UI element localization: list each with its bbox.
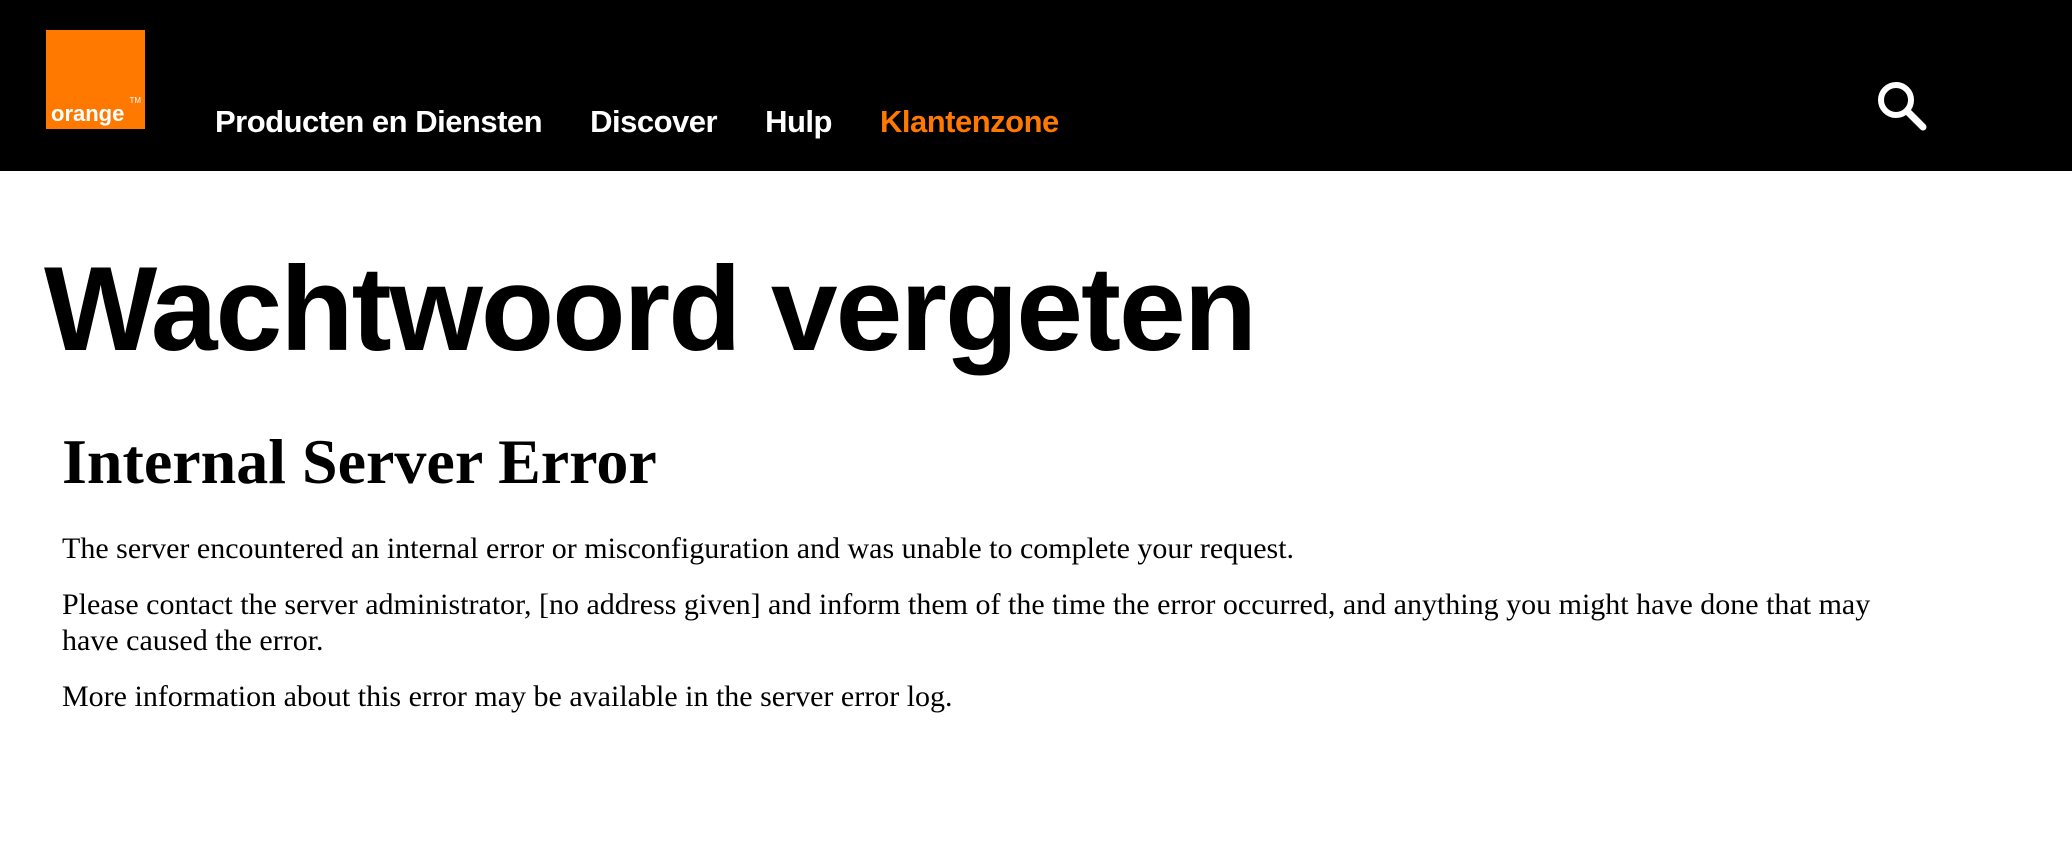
error-message: Internal Server Error The server encount… bbox=[62, 426, 1962, 735]
page-title: Wachtwoord vergeten bbox=[44, 242, 1257, 376]
error-heading: Internal Server Error bbox=[62, 426, 657, 497]
error-paragraph-2: Please contact the server administrator,… bbox=[62, 588, 1871, 658]
search-button[interactable] bbox=[1874, 78, 1930, 134]
error-paragraph-1: The server encountered an internal error… bbox=[62, 532, 1295, 566]
logo-text: orange bbox=[51, 101, 125, 126]
nav-item-hulp[interactable]: Hulp bbox=[765, 104, 832, 140]
logo-trademark: TM bbox=[129, 96, 141, 105]
main-content: Wachtwoord vergeten Internal Server Erro… bbox=[0, 171, 2072, 852]
nav-item-discover[interactable]: Discover bbox=[590, 104, 717, 140]
nav-item-klantenzone[interactable]: Klantenzone bbox=[880, 104, 1059, 140]
error-paragraph-3: More information about this error may be… bbox=[62, 680, 953, 714]
search-icon bbox=[1878, 82, 1927, 131]
site-header: orange TM Producten en Diensten Discover… bbox=[0, 0, 2072, 171]
orange-logo[interactable]: orange TM bbox=[46, 30, 145, 129]
main-nav: Producten en Diensten Discover Hulp Klan… bbox=[215, 100, 1107, 144]
nav-item-producten-en-diensten[interactable]: Producten en Diensten bbox=[215, 104, 543, 140]
